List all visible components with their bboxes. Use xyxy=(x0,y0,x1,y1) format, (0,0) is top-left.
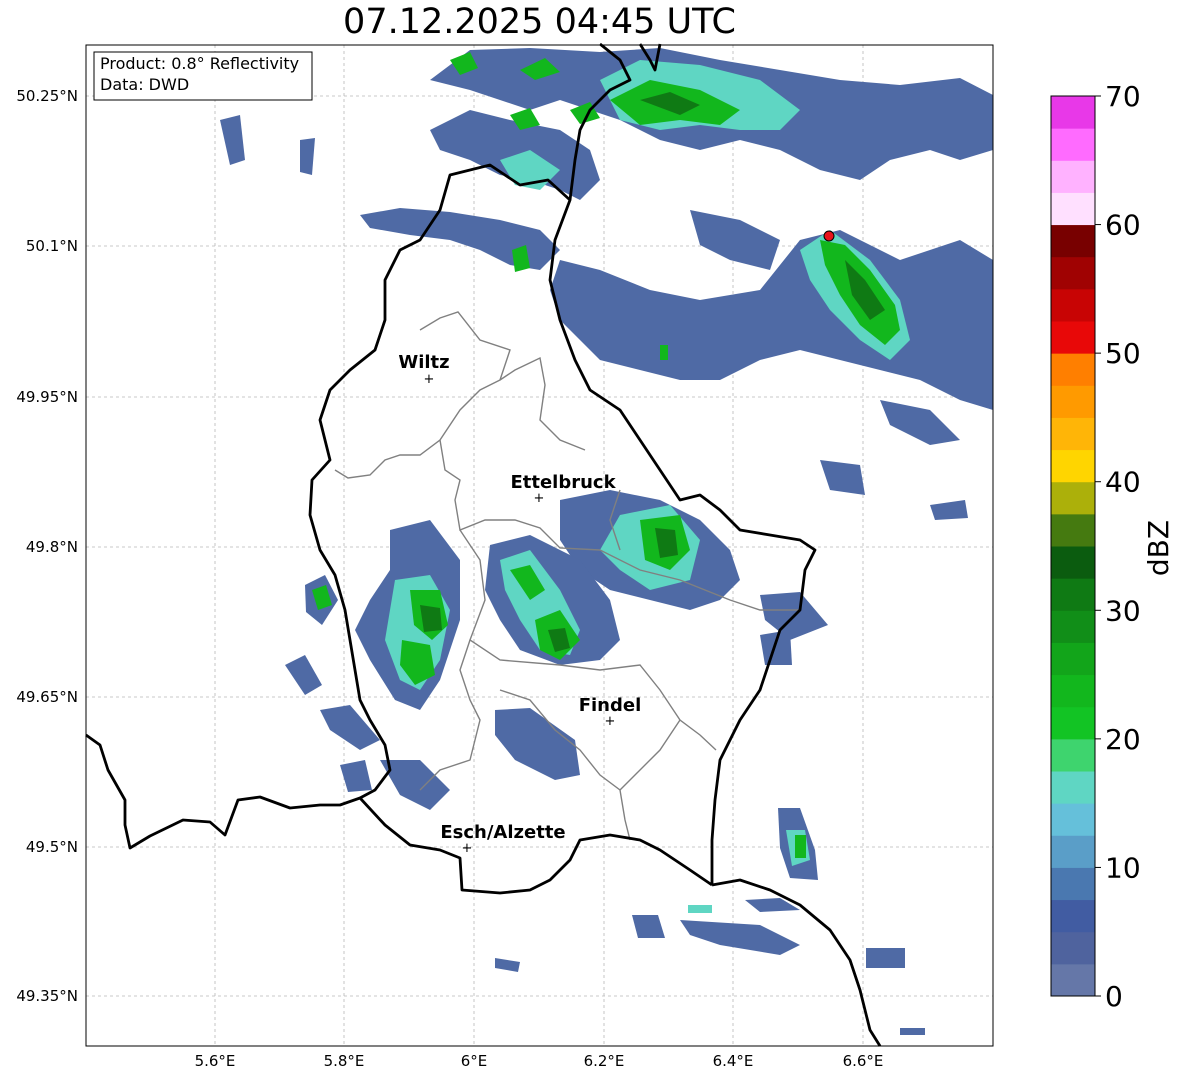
colorbar-swatch xyxy=(1051,128,1095,161)
colorbar-swatch xyxy=(1051,192,1095,226)
latitude-labels: 50.25°N 50.1°N 49.95°N 49.8°N 49.65°N 49… xyxy=(16,87,78,1005)
colorbar-swatch xyxy=(1051,642,1095,676)
colorbar-swatch xyxy=(1051,160,1095,193)
radar-site-marker xyxy=(823,230,835,242)
info-box: Product: 0.8° Reflectivity Data: DWD xyxy=(93,51,313,101)
canton-border xyxy=(619,719,681,791)
city-wiltz: Wiltz + xyxy=(398,352,449,387)
colorbar-swatch xyxy=(1051,706,1095,740)
colorbar-swatch xyxy=(1051,96,1095,129)
colorbar-label: dBZ xyxy=(1142,520,1175,576)
colorbar-tick-label: 20 xyxy=(1105,723,1141,756)
canton-border xyxy=(334,311,511,479)
lon-label: 6.2°E xyxy=(584,1052,625,1070)
colorbar-swatch xyxy=(1051,738,1095,772)
colorbar-swatch xyxy=(1051,771,1095,804)
border-lux xyxy=(85,163,817,885)
lat-label: 49.5°N xyxy=(26,838,78,856)
colorbar-swatch xyxy=(1051,931,1095,965)
lat-label: 50.25°N xyxy=(16,87,78,105)
colorbar-swatch xyxy=(1051,417,1095,451)
colorbar-swatch xyxy=(1051,899,1095,933)
colorbar-ticks: 0 10 20 30 40 50 60 70 xyxy=(1095,80,1141,1013)
canton-border xyxy=(499,356,586,451)
colorbar-swatch xyxy=(1051,288,1095,322)
border-lux-south xyxy=(358,797,713,895)
city-esch-alzette: Esch/Alzette + xyxy=(440,822,565,856)
city-label-esch-alzette: Esch/Alzette xyxy=(440,822,565,843)
echo-cell xyxy=(320,705,380,750)
city-label-findel: Findel xyxy=(579,695,642,716)
colorbar-swatch xyxy=(1051,867,1095,901)
colorbar-swatch xyxy=(1051,963,1095,997)
echo-cell xyxy=(688,905,712,913)
lat-label: 50.1°N xyxy=(26,237,78,255)
city-marker-plus: + xyxy=(534,491,545,506)
echo-cell xyxy=(900,1028,925,1035)
lon-label: 5.8°E xyxy=(324,1052,365,1070)
info-data-source: Data: DWD xyxy=(100,75,189,94)
echo-cell xyxy=(340,760,372,792)
echo-cell xyxy=(495,958,520,972)
city-label-ettelbruck: Ettelbruck xyxy=(510,472,616,493)
colorbar-swatch xyxy=(1051,449,1095,483)
city-marker-plus: + xyxy=(424,372,435,387)
colorbar-swatch xyxy=(1051,674,1095,708)
colorbar-swatch xyxy=(1051,803,1095,836)
lon-label: 6°E xyxy=(461,1052,488,1070)
city-label-wiltz: Wiltz xyxy=(398,352,449,373)
colorbar-swatch xyxy=(1051,513,1095,547)
colorbar-tick-label: 0 xyxy=(1105,980,1123,1013)
colorbar-swatch xyxy=(1051,224,1095,258)
echo-cell xyxy=(820,460,865,495)
colorbar-swatch xyxy=(1051,353,1095,386)
echo-cell xyxy=(495,708,580,780)
echo-cell xyxy=(300,138,315,175)
radar-map-figure: Wiltz + Ettelbruck + Findel + Esch/Alzet… xyxy=(16,42,1175,1070)
colorbar: 0 10 20 30 40 50 60 70 dBZ xyxy=(1050,80,1175,1013)
lat-label: 49.8°N xyxy=(26,538,78,556)
lat-label: 49.35°N xyxy=(16,987,78,1005)
colorbar-tick-label: 30 xyxy=(1105,594,1141,627)
colorbar-swatch xyxy=(1051,578,1095,611)
colorbar-swatch xyxy=(1051,610,1095,643)
colorbar-tick-label: 70 xyxy=(1105,80,1141,113)
echo-cell xyxy=(880,400,960,445)
lon-label: 5.6°E xyxy=(195,1052,236,1070)
radar-echoes xyxy=(220,48,993,1035)
lat-label: 49.95°N xyxy=(16,388,78,406)
colorbar-tick-label: 60 xyxy=(1105,209,1141,242)
colorbar-swatch xyxy=(1051,481,1095,515)
echo-cell xyxy=(795,835,806,858)
echo-cell xyxy=(866,948,905,968)
colorbar-swatches xyxy=(1051,96,1095,997)
colorbar-swatch xyxy=(1051,835,1095,868)
info-product: Product: 0.8° Reflectivity xyxy=(100,54,299,73)
colorbar-tick-label: 10 xyxy=(1105,851,1141,884)
echo-cell xyxy=(760,630,792,665)
city-findel: Findel + xyxy=(579,695,642,729)
longitude-labels: 5.6°E 5.8°E 6°E 6.2°E 6.4°E 6.6°E xyxy=(195,1052,884,1070)
national-borders xyxy=(85,42,882,1047)
lat-label: 49.65°N xyxy=(16,688,78,706)
lon-label: 6.6°E xyxy=(843,1052,884,1070)
echo-cell xyxy=(285,655,322,695)
echo-cell xyxy=(930,500,968,520)
colorbar-swatch xyxy=(1051,385,1095,418)
echo-cell xyxy=(360,208,560,270)
lon-label: 6.4°E xyxy=(713,1052,754,1070)
colorbar-swatch xyxy=(1051,546,1095,579)
city-marker-plus: + xyxy=(462,841,473,856)
colorbar-swatch xyxy=(1051,256,1095,290)
echo-cell xyxy=(632,915,665,938)
echo-cell xyxy=(690,210,780,270)
echo-cell xyxy=(680,920,800,955)
border-de-fr xyxy=(711,878,882,1047)
city-marker-plus: + xyxy=(605,714,616,729)
colorbar-tick-label: 40 xyxy=(1105,466,1141,499)
echo-cell xyxy=(220,115,245,165)
echo-cell xyxy=(660,345,668,360)
colorbar-tick-label: 50 xyxy=(1105,337,1141,370)
colorbar-swatch xyxy=(1051,321,1095,354)
